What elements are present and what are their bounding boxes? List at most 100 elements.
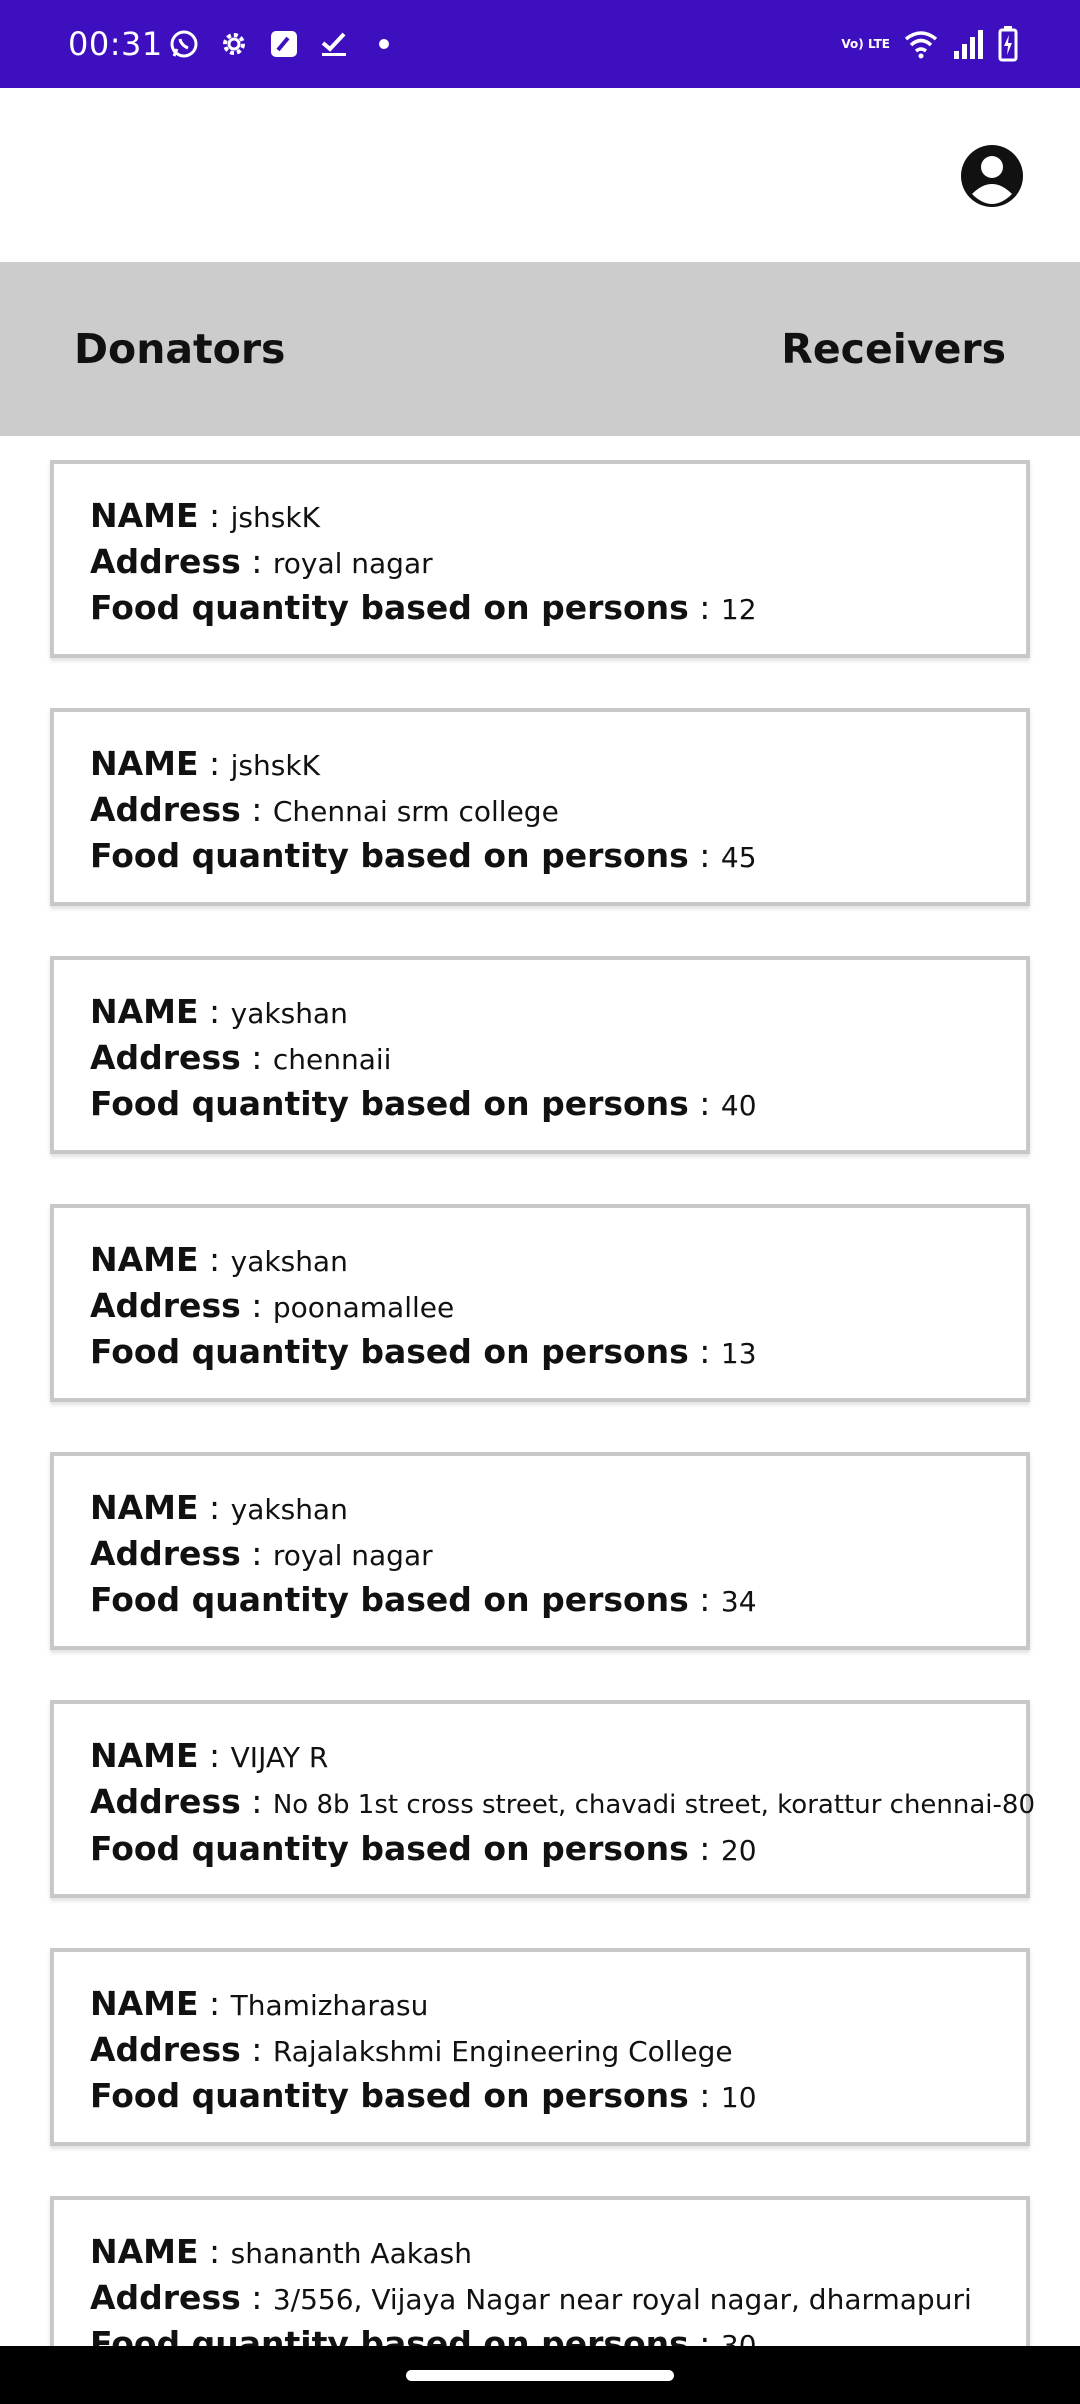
food-value: 40 [720,1089,757,1122]
name-value: yakshan [230,1245,348,1278]
food-row: Food quantity based on persons : 12 [90,586,990,632]
address-row: Address : royal nagar [90,540,990,586]
name-label: NAME [90,1240,199,1279]
address-label: Address [90,1782,241,1821]
donor-list[interactable]: NAME : jshskK Address : royal nagar Food… [0,436,1080,2346]
food-label: Food quantity based on persons [90,1332,689,1371]
name-row: NAME : yakshan [90,990,990,1036]
separator: : [198,1240,231,1279]
address-row: Address : No 8b 1st cross street, chavad… [90,1780,1035,1827]
food-row: Food quantity based on persons : 13 [90,1330,990,1376]
wifi-icon [904,24,938,64]
food-label: Food quantity based on persons [90,836,689,875]
name-label: NAME [90,744,199,783]
status-time: 00:31 [68,25,163,63]
whatsapp-icon [166,26,202,62]
food-label: Food quantity based on persons [90,1829,689,1868]
separator: : [240,2030,273,2069]
system-nav-bar [0,2346,1080,2404]
separator: : [688,2324,721,2346]
address-row: Address : Chennai srm college [90,788,990,834]
address-value: chennaii [272,1043,392,1076]
separator: : [198,744,231,783]
account-circle-icon[interactable] [960,144,1024,208]
food-value: 34 [720,1585,757,1618]
address-value: Chennai srm college [272,795,559,828]
edit-icon [266,26,302,62]
donor-card[interactable]: NAME : VIJAY R Address : No 8b 1st cross… [50,1700,1035,1898]
home-gesture-handle[interactable] [406,2370,674,2381]
address-value: poonamallee [272,1291,455,1324]
tab-bar: Donators Receivers [0,262,1080,436]
donor-card[interactable]: NAME : shananth Aakash Address : 3/556, … [50,2196,1030,2346]
notification-icons [166,26,402,62]
name-row: NAME : yakshan [90,1486,990,1532]
name-value: shananth Aakash [230,2237,472,2270]
separator: : [240,1038,273,1077]
separator: : [688,1084,721,1123]
separator: : [198,2232,231,2271]
separator: : [240,1286,273,1325]
address-row: Address : chennaii [90,1036,990,1082]
separator: : [240,542,273,581]
separator: : [240,1534,273,1573]
address-label: Address [90,790,241,829]
food-row: Food quantity based on persons : 10 [90,2074,990,2120]
name-value: Thamizharasu [230,1989,429,2022]
separator: : [688,588,721,627]
separator: : [688,1829,721,1868]
donor-card[interactable]: NAME : yakshan Address : royal nagar Foo… [50,1452,1030,1650]
name-label: NAME [90,1736,199,1775]
donor-card[interactable]: NAME : jshskK Address : royal nagar Food… [50,460,1030,658]
donor-card[interactable]: NAME : yakshan Address : poonamallee Foo… [50,1204,1030,1402]
tab-donators[interactable]: Donators [74,262,285,436]
tab-receivers[interactable]: Receivers [781,262,1006,436]
donor-card[interactable]: NAME : jshskK Address : Chennai srm coll… [50,708,1030,906]
status-bar: 00:31 Vo) LTE [0,0,1080,88]
food-label: Food quantity based on persons [90,588,689,627]
name-label: NAME [90,1984,199,2023]
address-label: Address [90,542,241,581]
food-label: Food quantity based on persons [90,1580,689,1619]
name-row: NAME : yakshan [90,1238,990,1284]
app-header [0,88,1080,262]
food-row: Food quantity based on persons : 34 [90,1578,990,1624]
address-label: Address [90,1534,241,1573]
address-row: Address : 3/556, Vijaya Nagar near royal… [90,2276,990,2322]
volte-icon: Vo) LTE [841,37,890,51]
dot-icon [366,26,402,62]
donor-card[interactable]: NAME : Thamizharasu Address : Rajalakshm… [50,1948,1030,2146]
donor-card[interactable]: NAME : yakshan Address : chennaii Food q… [50,956,1030,1154]
separator: : [688,836,721,875]
address-label: Address [90,2278,241,2317]
food-row: Food quantity based on persons : 40 [90,1082,990,1128]
signal-icon [952,24,984,64]
food-row: Food quantity based on persons : 20 [90,1827,990,1873]
separator: : [688,1580,721,1619]
separator: : [688,1332,721,1371]
food-label: Food quantity based on persons [90,2324,689,2346]
address-value: Rajalakshmi Engineering College [272,2035,733,2068]
separator: : [240,790,273,829]
task-check-icon [316,26,352,62]
name-row: NAME : jshskK [90,494,990,540]
separator: : [198,1984,231,2023]
address-value: No 8b 1st cross street, chavadi street, … [272,1790,1035,1820]
address-value: royal nagar [272,547,433,580]
address-label: Address [90,1038,241,1077]
name-label: NAME [90,1488,199,1527]
battery-charging-icon [998,24,1018,64]
food-value: 45 [720,841,757,874]
name-row: NAME : Thamizharasu [90,1982,990,2028]
food-value: 13 [720,1337,757,1370]
settings-icon [216,26,252,62]
name-value: yakshan [230,997,348,1030]
food-label: Food quantity based on persons [90,2076,689,2115]
separator: : [240,1782,273,1821]
food-row: Food quantity based on persons : 45 [90,834,990,880]
separator: : [198,992,231,1031]
address-row: Address : royal nagar [90,1532,990,1578]
name-row: NAME : jshskK [90,742,990,788]
food-value: 30 [720,2329,757,2346]
food-value: 20 [720,1834,757,1867]
